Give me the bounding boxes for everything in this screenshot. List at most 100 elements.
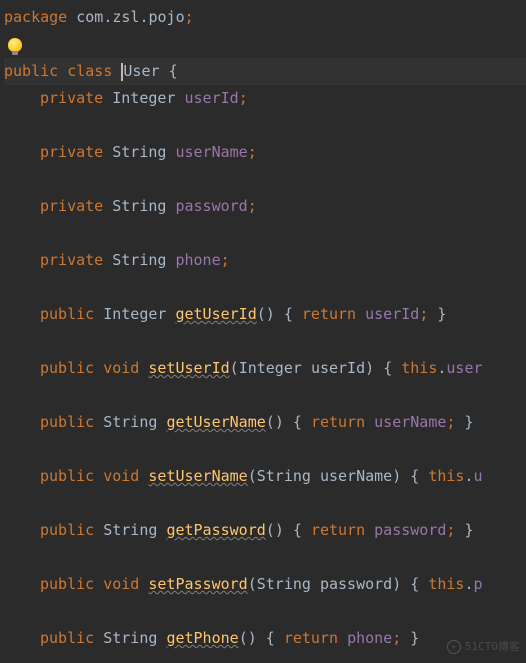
param-name: userName [320, 463, 392, 490]
field-userId: userId [185, 85, 239, 112]
brace-open: { [293, 517, 302, 544]
watermark-text: 51CTO博客 [465, 637, 520, 657]
brace-open: { [169, 58, 178, 85]
brace-close: } [410, 625, 419, 652]
semicolon: ; [446, 409, 455, 436]
field-ref: password [374, 517, 446, 544]
method-getPhone: getPhone [166, 625, 238, 652]
paren-close: ) [392, 571, 401, 598]
method-getPassword: getPassword [166, 517, 265, 544]
semicolon: ; [446, 517, 455, 544]
paren-close: ) [365, 355, 374, 382]
field-phone: phone [175, 247, 220, 274]
param-name: userId [311, 355, 365, 382]
method-getUserId: getUserId [175, 301, 256, 328]
param-type: String [257, 463, 311, 490]
method-setPassword: setPassword [148, 571, 247, 598]
type-string: String [112, 193, 166, 220]
brace-close: } [464, 517, 473, 544]
code-line-blank [4, 490, 526, 517]
keyword-public: public [40, 571, 94, 598]
code-line: private Integer userId; [4, 85, 526, 112]
method-setUserName: setUserName [148, 463, 247, 490]
field-ref: userName [374, 409, 446, 436]
paren-open: ( [239, 625, 248, 652]
code-line: private String password; [4, 193, 526, 220]
keyword-class: class [67, 58, 112, 85]
keyword-void: void [103, 571, 139, 598]
code-line: public void setPassword(String password)… [4, 571, 526, 598]
type-string: String [112, 139, 166, 166]
paren-open: ( [230, 355, 239, 382]
paren-close: ) [248, 625, 257, 652]
intention-bulb-icon[interactable] [8, 38, 22, 52]
code-line-blank [4, 544, 526, 571]
keyword-public: public [40, 409, 94, 436]
package-path: com.zsl.pojo [67, 4, 184, 31]
field-userName: userName [175, 139, 247, 166]
type-integer: Integer [112, 85, 175, 112]
param-type: Integer [239, 355, 302, 382]
paren-close: ) [392, 463, 401, 490]
keyword-public: public [40, 463, 94, 490]
param-type: String [257, 571, 311, 598]
field-ref: userId [365, 301, 419, 328]
field-password: password [175, 193, 247, 220]
code-line-bulb [4, 31, 526, 58]
class-name: User [123, 58, 159, 85]
method-getUserName: getUserName [166, 409, 265, 436]
semicolon: ; [185, 4, 194, 31]
keyword-private: private [40, 139, 103, 166]
param-name: password [320, 571, 392, 598]
paren-open: ( [248, 463, 257, 490]
field-ref: phone [347, 625, 392, 652]
brace-open: { [410, 463, 419, 490]
semicolon: ; [419, 301, 428, 328]
keyword-public: public [40, 355, 94, 382]
type-integer: Integer [103, 301, 166, 328]
keyword-private: private [40, 247, 103, 274]
brace-open: { [410, 571, 419, 598]
code-line-blank [4, 112, 526, 139]
paren-close: ) [275, 409, 284, 436]
keyword-public: public [40, 517, 94, 544]
paren-open: ( [248, 571, 257, 598]
code-line-blank [4, 436, 526, 463]
truncated-text: user [446, 355, 482, 382]
keyword-private: private [40, 193, 103, 220]
code-line: public void setUserName(String userName)… [4, 463, 526, 490]
type-string: String [103, 409, 157, 436]
code-line: public Integer getUserId() { return user… [4, 301, 526, 328]
keyword-return: return [302, 301, 356, 328]
keyword-return: return [284, 625, 338, 652]
code-line: public String getUserName() { return use… [4, 409, 526, 436]
code-line-highlighted: public class User { [4, 58, 526, 85]
brace-close: } [437, 301, 446, 328]
code-line-blank [4, 598, 526, 625]
semicolon: ; [239, 85, 248, 112]
type-string: String [103, 625, 157, 652]
keyword-package: package [4, 4, 67, 31]
code-editor[interactable]: package com.zsl.pojo; public class User … [0, 0, 526, 656]
brace-open: { [266, 625, 275, 652]
truncated-text: p [474, 571, 483, 598]
semicolon: ; [248, 193, 257, 220]
dot: . [437, 355, 446, 382]
paren-open: ( [266, 409, 275, 436]
semicolon: ; [248, 139, 257, 166]
code-line-blank [4, 220, 526, 247]
brace-close: } [464, 409, 473, 436]
paren-open: ( [266, 517, 275, 544]
dot: . [464, 571, 473, 598]
type-string: String [103, 517, 157, 544]
paren-open: ( [257, 301, 266, 328]
watermark-icon: ✦ [447, 640, 461, 654]
keyword-return: return [311, 517, 365, 544]
keyword-public: public [4, 58, 58, 85]
keyword-this: this [428, 463, 464, 490]
code-line: public void setUserId(Integer userId) { … [4, 355, 526, 382]
keyword-public: public [40, 301, 94, 328]
code-line: private String userName; [4, 139, 526, 166]
brace-open: { [284, 301, 293, 328]
truncated-text: u [474, 463, 483, 490]
